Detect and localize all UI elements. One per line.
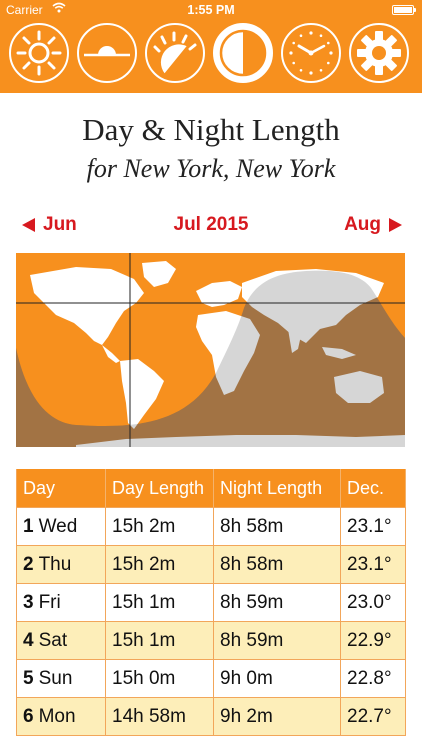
weekday: Thu xyxy=(38,553,72,575)
night-length-cell: 9h 2m xyxy=(214,698,341,735)
header-bar: Carrier 1:55 PM xyxy=(0,0,422,93)
day-cell: 4 Sat xyxy=(16,622,106,659)
declination-cell: 23.0° xyxy=(341,584,406,621)
night-length-cell: 8h 58m xyxy=(214,546,341,583)
weekday: Sun xyxy=(38,667,73,689)
page-title: Day & Night Length xyxy=(82,112,340,147)
month-nav: Jun Jul 2015 Aug xyxy=(0,212,422,240)
day-number: 4 xyxy=(23,629,34,651)
day-cell: 2 Thu xyxy=(16,546,106,583)
table-row: 5 Sun 15h 0m 9h 0m 22.8° xyxy=(16,660,406,698)
day-length-cell: 15h 2m xyxy=(106,508,214,545)
table-row: 2 Thu 15h 2m 8h 58m 23.1° xyxy=(16,546,406,584)
day-number: 6 xyxy=(23,705,34,727)
weekday: Fri xyxy=(38,591,61,613)
col-header-declination: Dec. xyxy=(341,469,406,507)
sunrise-button[interactable] xyxy=(145,23,205,83)
settings-button[interactable] xyxy=(349,23,409,83)
col-header-day: Day xyxy=(16,469,106,507)
table-header-row: Day Day Length Night Length Dec. xyxy=(16,469,406,508)
weekday: Mon xyxy=(38,705,76,727)
sunrise-icon xyxy=(153,31,197,74)
weekday: Wed xyxy=(38,515,78,537)
weekday: Sat xyxy=(38,629,68,651)
col-header-day-length: Day Length xyxy=(106,469,214,507)
day-cell: 6 Mon xyxy=(16,698,106,735)
clock-button[interactable] xyxy=(281,23,341,83)
day-length-cell: 14h 58m xyxy=(106,698,214,735)
toolbar xyxy=(0,21,422,87)
declination-cell: 22.9° xyxy=(341,622,406,659)
status-time: 1:55 PM xyxy=(187,3,235,17)
day-length-cell: 15h 1m xyxy=(106,622,214,659)
day-length-cell: 15h 1m xyxy=(106,584,214,621)
day-cell: 1 Wed xyxy=(16,508,106,545)
declination-cell: 23.1° xyxy=(341,546,406,583)
col-header-night-length: Night Length xyxy=(214,469,341,507)
declination-cell: 23.1° xyxy=(341,508,406,545)
night-length-cell: 8h 58m xyxy=(214,508,341,545)
declination-cell: 22.7° xyxy=(341,698,406,735)
sun-button[interactable] xyxy=(9,23,69,83)
location-subtitle: for New York, New York xyxy=(86,154,336,183)
day-length-cell: 15h 2m xyxy=(106,546,214,583)
day-length-table: Day Day Length Night Length Dec. 1 Wed 15… xyxy=(16,469,406,736)
day-length-cell: 15h 0m xyxy=(106,660,214,697)
day-cell: 5 Sun xyxy=(16,660,106,697)
horizon-button[interactable] xyxy=(77,23,137,83)
night-length-cell: 9h 0m xyxy=(214,660,341,697)
day-number: 1 xyxy=(23,515,34,537)
gear-icon xyxy=(357,31,401,75)
table-row: 6 Mon 14h 58m 9h 2m 22.7° xyxy=(16,698,406,736)
table-row: 3 Fri 15h 1m 8h 59m 23.0° xyxy=(16,584,406,622)
sun-icon xyxy=(16,30,62,76)
status-bar: Carrier 1:55 PM xyxy=(0,0,422,20)
declination-cell: 22.8° xyxy=(341,660,406,697)
day-number: 2 xyxy=(23,553,34,575)
clock-icon xyxy=(289,31,333,75)
day-cell: 3 Fri xyxy=(16,584,106,621)
night-length-cell: 8h 59m xyxy=(214,584,341,621)
next-month-button[interactable]: Aug xyxy=(344,214,402,236)
day-number: 3 xyxy=(23,591,34,613)
night-length-cell: 8h 59m xyxy=(214,622,341,659)
next-month-label: Aug xyxy=(344,214,381,235)
horizon-icon xyxy=(84,46,130,57)
battery-icon xyxy=(392,5,416,15)
table-row: 4 Sat 15h 1m 8h 59m 22.9° xyxy=(16,622,406,660)
table-row: 1 Wed 15h 2m 8h 58m 23.1° xyxy=(16,508,406,546)
day-number: 5 xyxy=(23,667,34,689)
day-night-button[interactable] xyxy=(213,23,273,83)
right-arrow-icon xyxy=(389,218,402,232)
world-daylight-map xyxy=(16,253,405,447)
half-moon-icon xyxy=(219,29,267,77)
